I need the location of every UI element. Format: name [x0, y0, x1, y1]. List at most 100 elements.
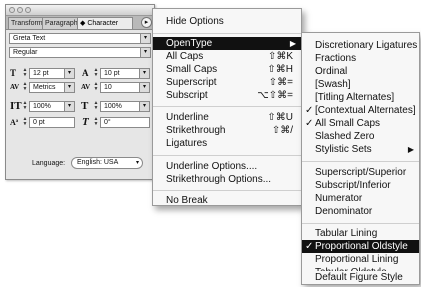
skew-stepper[interactable]: ▲ ▼ — [93, 117, 99, 127]
panel-options-menu: Hide Options OpenType ▶ All Caps ⇧⌘K Smal… — [152, 8, 302, 206]
kerning-icon: AV — [10, 83, 20, 91]
leading-icon: A — [82, 68, 89, 78]
submenu-item-discretionary-ligatures[interactable]: Discretionary Ligatures — [302, 39, 419, 52]
tab-character[interactable]: ◆ Character — [77, 17, 133, 29]
vertical-scale-icon: IT — [10, 100, 22, 112]
leading-field[interactable]: 10 pt ▾ — [100, 68, 150, 79]
menu-separator — [302, 161, 419, 162]
select-arrow-icon: ▾ — [140, 48, 150, 57]
horizontal-scale-value: 100% — [104, 103, 122, 110]
kerning-field[interactable]: Metrics ▾ — [29, 82, 75, 93]
submenu-item-default-figure-style[interactable]: Default Figure Style — [301, 271, 420, 285]
menu-item-ligatures[interactable]: Ligatures — [153, 137, 301, 150]
language-select[interactable]: English: USA ▾ — [71, 157, 143, 169]
select-arrow-icon: ▾ — [64, 83, 74, 92]
vertical-scale-field[interactable]: 100% ▾ — [29, 101, 75, 112]
kerning-value: Metrics — [33, 84, 56, 91]
menu-item-strikethrough-options[interactable]: Strikethrough Options... — [153, 173, 301, 186]
font-style-value: Regular — [13, 49, 38, 56]
menu-separator — [302, 223, 419, 224]
size-stepper[interactable]: ▲ ▼ — [22, 68, 28, 78]
submenu-item-proportional-lining[interactable]: Proportional Lining — [302, 253, 419, 266]
checkmark-icon: ✓ — [305, 105, 314, 116]
submenu-item-slashed-zero[interactable]: Slashed Zero — [302, 130, 419, 143]
menu-item-underline-options[interactable]: Underline Options.... — [153, 160, 301, 173]
skew-icon: T — [82, 116, 89, 128]
submenu-item-titling-alternates[interactable]: [Titling Alternates] — [302, 91, 419, 104]
character-panel: Transform Paragraph ◆ Character ▸ Greta … — [5, 4, 155, 180]
submenu-item-proportional-oldstyle[interactable]: ✓ Proportional Oldstyle — [302, 240, 419, 253]
kerning-stepper[interactable]: ▲ ▼ — [22, 82, 28, 92]
language-value: English: USA — [77, 159, 119, 166]
font-family-value: Greta Text — [13, 35, 46, 42]
panel-tabs: Transform Paragraph ◆ Character ▸ — [6, 16, 154, 30]
menu-item-underline[interactable]: Underline ⇧⌘U — [153, 111, 301, 124]
baseline-shift-stepper[interactable]: ▲ ▼ — [22, 117, 28, 127]
checkmark-icon: ✓ — [305, 241, 314, 252]
menu-item-subscript[interactable]: Subscript ⌥⇧⌘= — [153, 89, 301, 102]
font-size-value: 12 pt — [33, 70, 49, 77]
menu-item-no-break[interactable]: No Break — [153, 194, 301, 207]
chevron-down-icon: ▾ — [135, 160, 139, 166]
submenu-item-tabular-lining[interactable]: Tabular Lining — [302, 227, 419, 240]
panel-titlebar — [6, 5, 154, 16]
close-button[interactable] — [9, 7, 15, 13]
font-style-select[interactable]: Regular ▾ — [9, 47, 151, 58]
vertical-scale-stepper[interactable]: ▲ ▼ — [22, 101, 28, 111]
leading-value: 10 pt — [104, 70, 120, 77]
tracking-field[interactable]: 10 ▾ — [100, 82, 150, 93]
menu-item-superscript[interactable]: Superscript ⇧⌘= — [153, 76, 301, 89]
select-arrow-icon: ▾ — [139, 69, 149, 78]
submenu-item-subscript-inferior[interactable]: Subscript/Inferior — [302, 179, 419, 192]
font-size-icon: T — [10, 68, 17, 78]
menu-separator — [153, 33, 301, 34]
select-arrow-icon: ▾ — [140, 34, 150, 43]
submenu-item-swash[interactable]: [Swash] — [302, 78, 419, 91]
horizontal-scale-icon: T — [81, 100, 89, 112]
zoom-button[interactable] — [25, 7, 31, 13]
tracking-stepper[interactable]: ▲ ▼ — [93, 82, 99, 92]
menu-separator — [153, 155, 301, 156]
skew-field[interactable]: 0° — [100, 117, 150, 128]
leading-stepper[interactable]: ▲ ▼ — [93, 68, 99, 78]
skew-value: 0° — [104, 119, 111, 126]
tracking-icon: AV — [81, 83, 91, 91]
submenu-item-numerator[interactable]: Numerator — [302, 192, 419, 205]
submenu-item-stylistic-sets[interactable]: Stylistic Sets ▶ — [302, 143, 419, 156]
menu-item-small-caps[interactable]: Small Caps ⇧⌘H — [153, 63, 301, 76]
menu-item-strikethrough[interactable]: Strikethrough ⇧⌘/ — [153, 124, 301, 137]
horizontal-scale-stepper[interactable]: ▲ ▼ — [93, 101, 99, 111]
submenu-arrow-icon: ▶ — [407, 145, 414, 154]
submenu-item-all-small-caps[interactable]: ✓ All Small Caps — [302, 117, 419, 130]
submenu-item-superscript-superior[interactable]: Superscript/Superior — [302, 166, 419, 179]
panel-menu-button[interactable]: ▸ — [141, 17, 152, 28]
font-size-field[interactable]: 12 pt ▾ — [29, 68, 75, 79]
menu-separator — [153, 106, 301, 107]
submenu-item-denominator[interactable]: Denominator — [302, 205, 419, 218]
menu-item-opentype[interactable]: OpenType ▶ — [153, 37, 301, 50]
baseline-shift-value: 0 pt — [33, 119, 45, 126]
language-label: Language: — [32, 160, 66, 167]
submenu-item-ordinal[interactable]: Ordinal — [302, 65, 419, 78]
select-arrow-icon: ▾ — [139, 102, 149, 111]
select-arrow-icon: ▾ — [64, 102, 74, 111]
menu-item-all-caps[interactable]: All Caps ⇧⌘K — [153, 50, 301, 63]
opentype-submenu: Discretionary Ligatures Fractions Ordina… — [301, 32, 420, 284]
select-arrow-icon: ▾ — [64, 69, 74, 78]
tab-paragraph[interactable]: Paragraph — [42, 17, 78, 29]
submenu-item-contextual-alternates[interactable]: ✓ [Contextual Alternates] — [302, 104, 419, 117]
menu-separator — [153, 190, 301, 191]
font-family-select[interactable]: Greta Text ▾ — [9, 33, 151, 44]
select-arrow-icon: ▾ — [139, 83, 149, 92]
vertical-scale-value: 100% — [33, 103, 51, 110]
submenu-item-fractions[interactable]: Fractions — [302, 52, 419, 65]
checkmark-icon: ✓ — [305, 118, 314, 129]
menu-item-hide-options[interactable]: Hide Options — [153, 15, 301, 28]
submenu-arrow-icon: ▶ — [289, 39, 296, 48]
horizontal-scale-field[interactable]: 100% ▾ — [100, 101, 150, 112]
baseline-shift-icon: Aª — [10, 118, 19, 127]
baseline-shift-field[interactable]: 0 pt — [29, 117, 75, 128]
tracking-value: 10 — [104, 84, 112, 91]
tab-transform[interactable]: Transform — [8, 17, 43, 29]
minimize-button[interactable] — [17, 7, 23, 13]
